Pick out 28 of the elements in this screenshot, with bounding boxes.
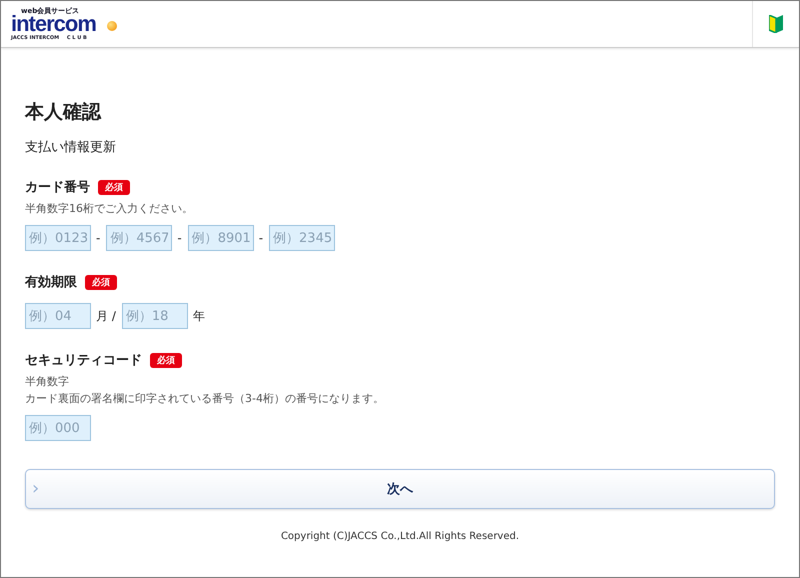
separator-text: -	[177, 231, 182, 245]
field-label: 有効期限	[25, 274, 77, 291]
hint-text: 半角数字16桁でご入力ください。	[25, 204, 194, 213]
hint-text: 半角数字	[25, 377, 70, 386]
input-field[interactable]: 例）2345	[269, 225, 336, 251]
page-subtitle: 支払い情報更新	[25, 139, 117, 156]
logo-wordmark: intercom	[11, 13, 96, 35]
next-button[interactable]: › 次へ	[25, 469, 775, 509]
separator-text: 月 /	[96, 308, 116, 324]
page-title: 本人確認	[25, 100, 102, 125]
required-badge: 必須	[150, 352, 182, 368]
field-label: セキュリティコード	[25, 352, 142, 369]
separator-text: 年	[192, 308, 205, 324]
input-field[interactable]: 例）0123	[25, 225, 91, 251]
required-badge: 必須	[98, 180, 130, 194]
beginner-mark-icon	[769, 15, 783, 33]
hint-text: カード裏面の署名欄に印字されている番号（3-4桁）の番号になります。	[25, 394, 385, 403]
separator-text: -	[96, 231, 100, 245]
required-badge: 必須	[85, 274, 117, 290]
input-field[interactable]: 例）18	[122, 303, 188, 329]
input-field[interactable]: 例）8901	[188, 225, 254, 251]
orb-icon	[107, 21, 117, 31]
input-field[interactable]: 例）000	[25, 415, 91, 441]
input-field[interactable]: 例）4567	[106, 225, 172, 251]
copyright-text: Copyright (C)JACCS Co.,Ltd.All Rights Reserved.	[280, 531, 520, 542]
field-label: カード番号	[25, 179, 90, 196]
input-field[interactable]: 例）04	[25, 303, 91, 329]
separator-text: -	[258, 231, 264, 245]
